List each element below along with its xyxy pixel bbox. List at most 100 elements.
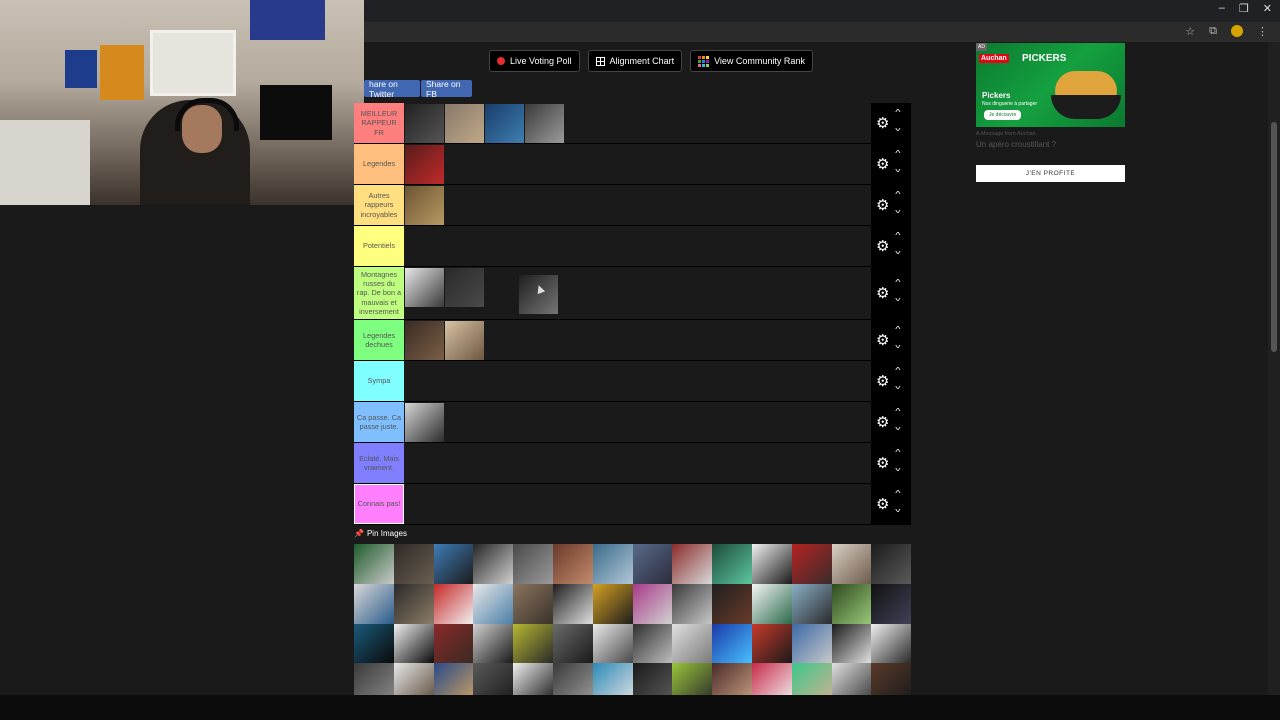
pool-image[interactable]	[672, 623, 713, 664]
rapper-image-dragging[interactable]	[519, 275, 558, 314]
pool-image[interactable]	[513, 583, 553, 624]
tier-label[interactable]: Legendes	[354, 144, 404, 184]
pool-image[interactable]	[632, 623, 673, 664]
pool-image[interactable]	[354, 583, 394, 624]
gear-icon[interactable]: ⚙	[876, 454, 889, 472]
chevron-up-icon[interactable]: ^	[895, 278, 900, 287]
pool-image[interactable]	[393, 623, 434, 664]
pool-image[interactable]	[552, 623, 593, 664]
pool-image[interactable]	[473, 623, 514, 664]
pool-image[interactable]	[712, 583, 752, 624]
chevron-down-icon[interactable]: ^	[895, 164, 900, 173]
chevron-down-icon[interactable]: ^	[895, 463, 900, 472]
pool-image[interactable]	[831, 544, 872, 584]
pool-image[interactable]	[433, 663, 474, 695]
pool-image[interactable]	[751, 544, 792, 584]
chevron-down-icon[interactable]: ^	[895, 422, 900, 431]
share-twitter-button[interactable]: hare on Twitter	[364, 79, 420, 99]
pool-image[interactable]	[632, 583, 673, 624]
pool-image[interactable]	[672, 544, 713, 584]
rapper-image[interactable]	[445, 268, 484, 307]
minimize-icon[interactable]: –	[1219, 2, 1225, 15]
pool-image[interactable]	[354, 544, 394, 584]
pool-image[interactable]	[632, 544, 673, 584]
tier-items[interactable]	[404, 443, 871, 483]
pool-image[interactable]	[751, 583, 792, 624]
tier-items[interactable]	[404, 226, 871, 266]
tier-items[interactable]	[404, 185, 871, 225]
pool-image[interactable]	[513, 544, 553, 584]
profile-avatar[interactable]	[1231, 25, 1243, 37]
chevron-up-icon[interactable]: ^	[895, 108, 900, 117]
pool-image[interactable]	[473, 663, 514, 695]
pool-image[interactable]	[433, 583, 474, 624]
chevron-down-icon[interactable]: ^	[895, 293, 900, 302]
pool-image[interactable]	[552, 544, 593, 584]
chevron-up-icon[interactable]: ^	[895, 231, 900, 240]
tier-label[interactable]: Eclaté. Mais vraiment.	[354, 443, 404, 483]
rapper-image[interactable]	[405, 186, 444, 225]
pool-image[interactable]	[871, 583, 911, 624]
rapper-image[interactable]	[525, 104, 564, 143]
gear-icon[interactable]: ⚙	[876, 495, 889, 513]
pool-image[interactable]	[831, 583, 872, 624]
pool-image[interactable]	[791, 663, 832, 695]
gear-icon[interactable]: ⚙	[876, 372, 889, 390]
pool-image[interactable]	[393, 663, 434, 695]
pool-image[interactable]	[433, 544, 474, 584]
rapper-image[interactable]	[405, 321, 444, 360]
alignment-chart-button[interactable]: Alignment Chart	[587, 50, 683, 72]
tier-items[interactable]	[404, 484, 871, 524]
pool-image[interactable]	[552, 663, 593, 695]
pool-image[interactable]	[592, 544, 633, 584]
gear-icon[interactable]: ⚙	[876, 114, 889, 132]
chevron-up-icon[interactable]: ^	[895, 366, 900, 375]
pool-image[interactable]	[433, 623, 474, 664]
live-voting-button[interactable]: Live Voting Poll	[489, 50, 580, 72]
tier-label[interactable]: Sympa	[354, 361, 404, 401]
pool-image[interactable]	[393, 583, 434, 624]
tier-items[interactable]	[404, 402, 871, 442]
pool-image[interactable]	[632, 663, 673, 695]
rapper-image[interactable]	[445, 104, 484, 143]
gear-icon[interactable]: ⚙	[876, 155, 889, 173]
menu-icon[interactable]: ⋮	[1257, 25, 1268, 38]
pool-image[interactable]	[393, 544, 434, 584]
pool-image[interactable]	[473, 544, 514, 584]
tier-items[interactable]	[404, 103, 871, 143]
chevron-down-icon[interactable]: ^	[895, 205, 900, 214]
pin-images-toggle[interactable]: 📌 Pin Images	[354, 529, 407, 538]
ad-cta-button[interactable]: J'EN PROFITE	[976, 165, 1125, 182]
chevron-up-icon[interactable]: ^	[895, 448, 900, 457]
pool-image[interactable]	[871, 623, 911, 664]
tier-label[interactable]: MEILLEUR RAPPEUR FR	[354, 103, 404, 143]
tier-items[interactable]	[404, 144, 871, 184]
chevron-up-icon[interactable]: ^	[895, 149, 900, 158]
tier-items[interactable]	[404, 267, 871, 319]
pool-image[interactable]	[592, 663, 633, 695]
pool-image[interactable]	[791, 623, 832, 664]
tier-label[interactable]: Montagnes russes du rap. De bon a mauvai…	[354, 267, 404, 319]
chevron-up-icon[interactable]: ^	[895, 190, 900, 199]
pool-image[interactable]	[354, 663, 394, 695]
pool-image[interactable]	[712, 623, 752, 664]
chevron-down-icon[interactable]: ^	[895, 381, 900, 390]
pool-image[interactable]	[831, 623, 872, 664]
tier-label[interactable]: Ca passe. Ca passe juste.	[354, 402, 404, 442]
pool-image[interactable]	[592, 583, 633, 624]
rapper-image[interactable]	[405, 104, 444, 143]
tier-items[interactable]	[404, 320, 871, 360]
extensions-icon[interactable]: ⧉	[1209, 25, 1217, 38]
gear-icon[interactable]: ⚙	[876, 196, 889, 214]
chevron-up-icon[interactable]: ^	[895, 325, 900, 334]
tier-label[interactable]: Potentiels	[354, 226, 404, 266]
tier-label[interactable]: Autres rappeurs incroyables	[354, 185, 404, 225]
gear-icon[interactable]: ⚙	[876, 284, 889, 302]
tier-label[interactable]: Connais pas!	[354, 484, 404, 524]
pool-image[interactable]	[751, 663, 792, 695]
scrollbar-thumb[interactable]	[1271, 122, 1277, 352]
rapper-image[interactable]	[485, 104, 524, 143]
pool-image[interactable]	[473, 583, 514, 624]
pool-image[interactable]	[552, 583, 593, 624]
pool-image[interactable]	[791, 544, 832, 584]
